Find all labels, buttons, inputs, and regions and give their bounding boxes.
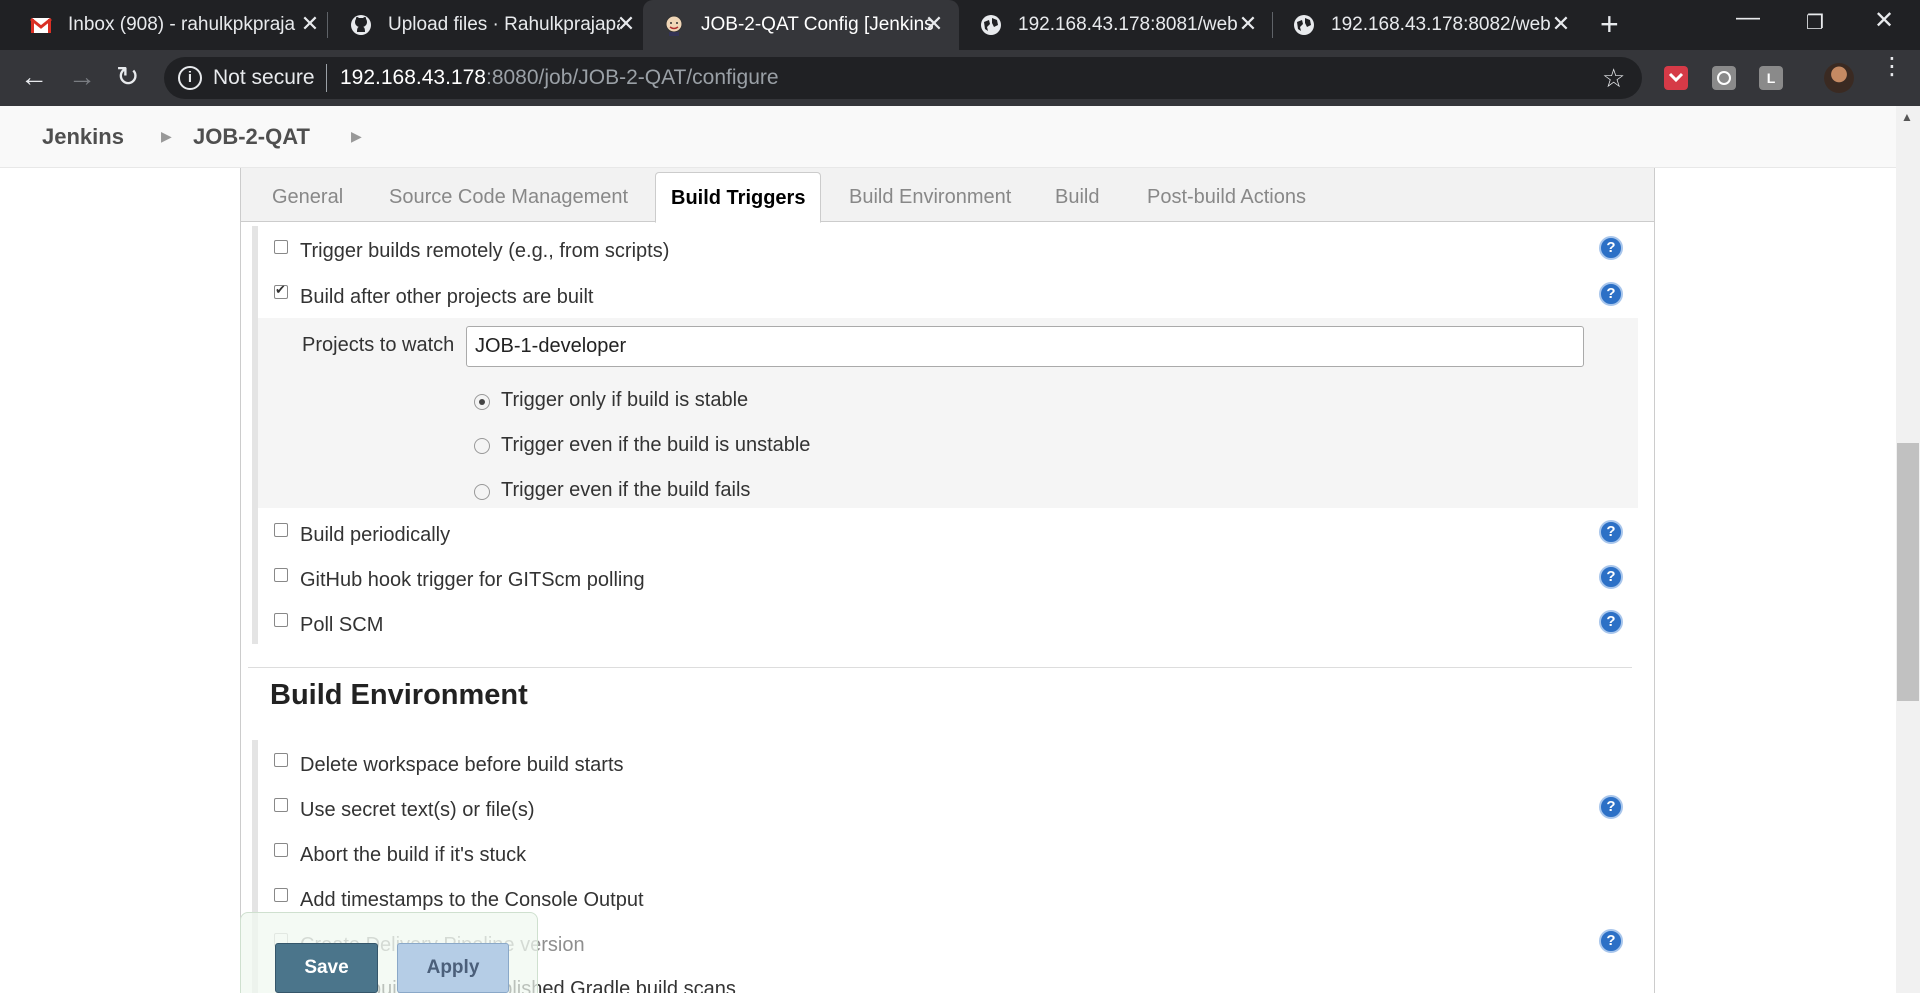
github-icon — [351, 15, 371, 35]
extension-icon[interactable] — [1712, 66, 1736, 90]
url-text[interactable]: 192.168.43.178:8080/job/JOB-2-QAT/config… — [340, 66, 779, 90]
new-tab-icon[interactable]: + — [1600, 8, 1619, 40]
delete-workspace-checkbox[interactable] — [274, 753, 288, 767]
help-icon[interactable]: ? — [1599, 236, 1623, 260]
help-icon[interactable]: ? — [1599, 565, 1623, 589]
trigger-fails-label[interactable]: Trigger even if the build fails — [501, 479, 750, 502]
tab-title: 192.168.43.178:8081/web.h — [1018, 14, 1238, 35]
section-divider — [248, 667, 1632, 668]
secret-text-checkbox[interactable] — [274, 798, 288, 812]
delete-workspace-label[interactable]: Delete workspace before build starts — [300, 754, 624, 777]
poll-scm-checkbox[interactable] — [274, 613, 288, 627]
browser-tab-github[interactable]: Upload files · Rahulkprajapa ✕ — [330, 0, 642, 50]
help-icon[interactable]: ? — [1599, 610, 1623, 634]
profile-avatar[interactable] — [1824, 63, 1854, 93]
omnibox-divider — [326, 64, 327, 92]
tab-source-code-management[interactable]: Source Code Management — [389, 186, 628, 209]
chevron-right-icon: ▶ — [161, 128, 172, 144]
jenkins-icon — [665, 15, 683, 36]
tab-build-triggers[interactable]: Build Triggers — [655, 172, 822, 223]
close-icon[interactable]: ✕ — [300, 13, 320, 35]
build-after-other-checkbox[interactable] — [274, 282, 288, 299]
scrollbar-thumb[interactable] — [1897, 443, 1919, 701]
pocket-icon — [1668, 72, 1684, 83]
minimize-icon[interactable]: — — [1736, 4, 1760, 32]
tab-post-build-actions[interactable]: Post-build Actions — [1147, 186, 1306, 209]
trigger-unstable-radio[interactable] — [474, 438, 490, 454]
close-icon[interactable]: ✕ — [1238, 13, 1258, 35]
help-icon[interactable]: ? — [1599, 520, 1623, 544]
tab-title: 192.168.43.178:8082/web.h — [1331, 14, 1551, 35]
github-hook-checkbox[interactable] — [274, 568, 288, 582]
trigger-remotely-label[interactable]: Trigger builds remotely (e.g., from scri… — [300, 240, 669, 263]
abort-stuck-checkbox[interactable] — [274, 843, 288, 857]
security-label[interactable]: Not secure — [213, 66, 315, 90]
tab-title: Upload files · Rahulkprajapa — [388, 14, 620, 35]
menu-dots-icon[interactable]: ⋮ — [1880, 55, 1904, 79]
tab-build[interactable]: Build — [1055, 186, 1099, 209]
browser-tab-8082[interactable]: 192.168.43.178:8082/web.h ✕ — [1273, 0, 1586, 50]
browser-tab-gmail[interactable]: Inbox (908) - rahulkpkpraja ✕ — [10, 0, 325, 50]
trigger-unstable-label[interactable]: Trigger even if the build is unstable — [501, 434, 810, 457]
scroll-up-icon[interactable]: ▲ — [1901, 110, 1913, 124]
breadcrumb-job[interactable]: JOB-2-QAT — [193, 124, 310, 150]
pocket-extension-icon[interactable] — [1664, 66, 1688, 90]
chevron-right-icon[interactable]: ▶ — [351, 128, 362, 145]
browser-tab-8081[interactable]: 192.168.43.178:8081/web.h ✕ — [960, 0, 1258, 50]
build-after-other-label[interactable]: Build after other projects are built — [300, 286, 594, 309]
tab-build-environment[interactable]: Build Environment — [849, 186, 1011, 209]
help-icon[interactable]: ? — [1599, 282, 1623, 306]
breadcrumb-jenkins[interactable]: Jenkins — [42, 124, 124, 150]
poll-scm-label[interactable]: Poll SCM — [300, 614, 383, 637]
puzzle-icon — [1717, 71, 1731, 85]
build-periodically-checkbox[interactable] — [274, 523, 288, 537]
build-environment-heading: Build Environment — [270, 679, 528, 711]
tab-title: Inbox (908) - rahulkpkpraja — [68, 14, 296, 35]
apply-button[interactable]: Apply — [397, 943, 509, 993]
trigger-stable-radio[interactable] — [474, 394, 490, 410]
globe-icon — [1294, 15, 1314, 35]
save-button[interactable]: Save — [275, 943, 378, 993]
reload-icon[interactable]: ↻ — [116, 63, 139, 91]
globe-icon — [981, 15, 1001, 35]
abort-stuck-label[interactable]: Abort the build if it's stuck — [300, 844, 526, 867]
l-extension-icon[interactable]: L — [1759, 66, 1783, 90]
tab-general[interactable]: General — [272, 186, 343, 209]
bookmark-star-icon[interactable]: ☆ — [1602, 63, 1625, 94]
help-icon[interactable]: ? — [1599, 795, 1623, 819]
timestamps-label[interactable]: Add timestamps to the Console Output — [300, 889, 644, 912]
build-periodically-label[interactable]: Build periodically — [300, 524, 450, 547]
info-icon[interactable]: i — [178, 66, 202, 90]
url-host: 192.168.43.178 — [340, 66, 486, 89]
back-icon[interactable]: ← — [20, 63, 48, 91]
browser-tab-jenkins[interactable]: JOB-2-QAT Config [Jenkins] ✕ — [643, 0, 959, 50]
tab-separator — [327, 12, 328, 38]
timestamps-checkbox[interactable] — [274, 888, 288, 902]
tab-title: JOB-2-QAT Config [Jenkins] — [701, 14, 933, 35]
projects-to-watch-label: Projects to watch — [302, 334, 455, 356]
trigger-fails-radio[interactable] — [474, 484, 490, 500]
trigger-stable-label[interactable]: Trigger only if build is stable — [501, 389, 748, 412]
help-icon[interactable]: ? — [1599, 929, 1623, 953]
github-hook-label[interactable]: GitHub hook trigger for GITScm polling — [300, 569, 645, 592]
forward-icon[interactable]: → — [68, 63, 96, 91]
projects-to-watch-input[interactable] — [466, 326, 1584, 367]
close-icon[interactable]: ✕ — [616, 13, 636, 35]
secret-text-label[interactable]: Use secret text(s) or file(s) — [300, 799, 534, 822]
window-close-icon[interactable]: ✕ — [1874, 6, 1894, 35]
gmail-icon — [30, 17, 52, 33]
trigger-remotely-checkbox[interactable] — [274, 240, 288, 254]
url-path: :8080/job/JOB-2-QAT/configure — [485, 66, 779, 89]
restore-icon[interactable]: ❐ — [1806, 10, 1824, 35]
close-icon[interactable]: ✕ — [924, 13, 944, 35]
close-icon[interactable]: ✕ — [1551, 13, 1571, 35]
